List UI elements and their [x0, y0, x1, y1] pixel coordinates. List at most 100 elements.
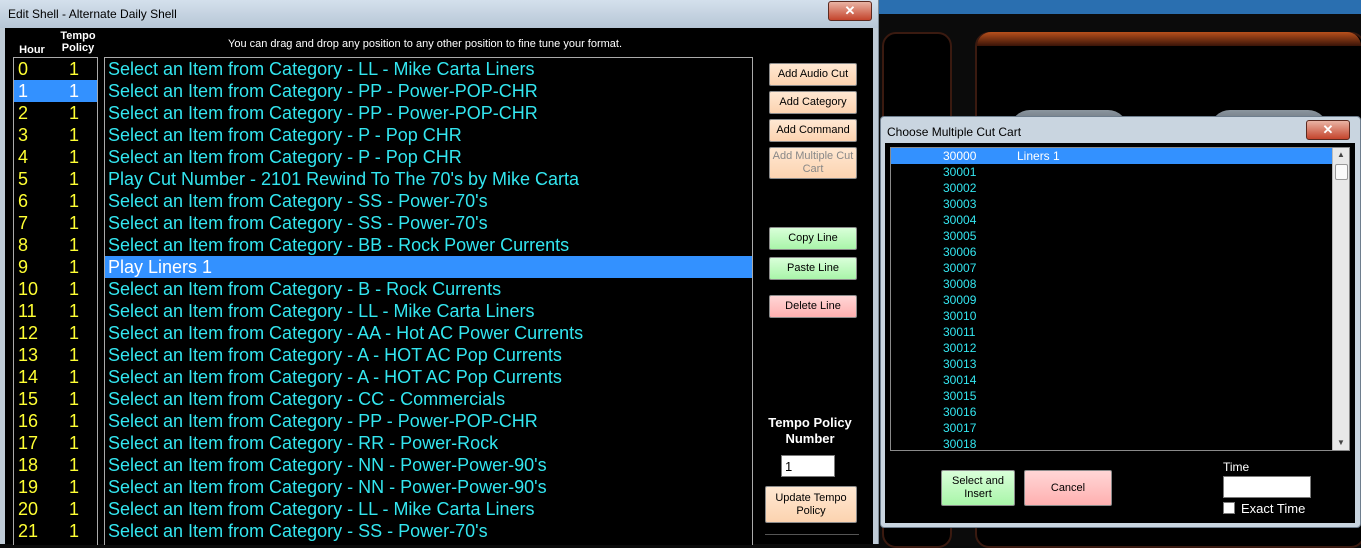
hour-row[interactable]: 18 1 [14, 454, 97, 476]
cut-cart-row[interactable]: 30014 [891, 372, 1349, 388]
tempo-policy-value: 1 [69, 521, 80, 541]
hour-row[interactable]: 91 [14, 256, 97, 278]
hour-row[interactable]: 21 [14, 102, 97, 124]
hour-row[interactable]: 61 [14, 190, 97, 212]
hour-row[interactable]: 14 1 [14, 366, 97, 388]
divider [765, 534, 859, 535]
add-audio-cut-button[interactable]: Add Audio Cut [769, 63, 857, 86]
scroll-down-arrow-icon[interactable]: ▼ [1333, 436, 1349, 450]
cut-cart-row[interactable]: 30011 [891, 324, 1349, 340]
delete-line-button[interactable]: Delete Line [769, 295, 857, 318]
cut-cart-row[interactable]: 30005 [891, 228, 1349, 244]
hour-value: 18 [18, 455, 39, 475]
list-scrollbar[interactable]: ▲ ▼ [1332, 148, 1349, 450]
hour-value: 4 [18, 147, 29, 167]
shell-item-row[interactable]: Select an Item from Category - NN - Powe… [105, 476, 752, 498]
scroll-thumb[interactable] [1335, 164, 1348, 180]
hour-row[interactable]: 17 1 [14, 432, 97, 454]
edit-shell-titlebar[interactable]: Edit Shell - Alternate Daily Shell ✕ [0, 0, 878, 28]
cut-cart-row[interactable]: 30015 [891, 388, 1349, 404]
cut-cart-row[interactable]: 30009 [891, 292, 1349, 308]
hour-row[interactable]: 15 1 [14, 388, 97, 410]
paste-line-button[interactable]: Paste Line [769, 257, 857, 280]
shell-item-row[interactable]: Play Cut Number - 2101 Rewind To The 70'… [105, 168, 752, 190]
hour-row[interactable]: 16 1 [14, 410, 97, 432]
exact-time-checkbox[interactable] [1223, 502, 1235, 514]
close-button[interactable]: ✕ [1306, 120, 1350, 140]
tempo-policy-value: 1 [69, 213, 80, 233]
hour-row[interactable]: 51 [14, 168, 97, 190]
add-multiple-cut-cart-button[interactable]: Add Multiple Cut Cart [769, 147, 857, 179]
cut-cart-row[interactable]: 30000 Liners 1 [891, 148, 1349, 164]
shell-item-row[interactable]: Select an Item from Category - SS - Powe… [105, 190, 752, 212]
time-input[interactable] [1223, 476, 1311, 498]
cut-cart-row[interactable]: 30018 [891, 436, 1349, 450]
hour-row[interactable]: 11 [14, 80, 97, 102]
shell-item-row[interactable]: Select an Item from Category - PP - Powe… [105, 102, 752, 124]
hour-row[interactable]: 31 [14, 124, 97, 146]
select-and-insert-button[interactable]: Select and Insert [941, 470, 1015, 506]
cut-cart-row[interactable]: 30002 [891, 180, 1349, 196]
hour-row[interactable]: 20 1 [14, 498, 97, 520]
shell-item-row[interactable]: Select an Item from Category - P - Pop C… [105, 124, 752, 146]
cut-cart-row[interactable]: 30003 [891, 196, 1349, 212]
shell-item-row[interactable]: Select an Item from Category - A - HOT A… [105, 366, 752, 388]
tempo-policy-number-label: Tempo Policy Number [768, 415, 852, 446]
shell-item-row[interactable]: Select an Item from Category - P - Pop C… [105, 146, 752, 168]
hour-list[interactable]: 0 1 1 1 2 1 3 1 4 1 5 1 6 1 7 1 8 1 9 1 10 1 11 1 12 1 13 1 14 1 15 1 16… [13, 57, 98, 545]
add-command-button[interactable]: Add Command [769, 119, 857, 142]
shell-item-row[interactable]: Select an Item from Category - SS - Powe… [105, 212, 752, 234]
hour-value: 15 [18, 389, 39, 409]
shell-item-row[interactable]: Select an Item from Category - LL - Mike… [105, 58, 752, 80]
shell-item-row[interactable]: Select an Item from Category - A - HOT A… [105, 344, 752, 366]
tempo-policy-value: 1 [69, 191, 80, 211]
hour-row[interactable]: 10 1 [14, 278, 97, 300]
tempo-policy-value: 1 [69, 345, 80, 365]
cut-cart-row[interactable]: 30012 [891, 340, 1349, 356]
shell-item-row[interactable]: Play Liners 1 [105, 256, 752, 278]
shell-item-row[interactable]: Select an Item from Category - BB - Rock… [105, 234, 752, 256]
hour-row[interactable]: 19 1 [14, 476, 97, 498]
cut-cart-row[interactable]: 30006 [891, 244, 1349, 260]
cut-cart-row[interactable]: 30013 [891, 356, 1349, 372]
cut-cart-row[interactable]: 30004 [891, 212, 1349, 228]
shell-item-row[interactable]: Select an Item from Category - B - Rock … [105, 278, 752, 300]
hour-row[interactable]: 01 [14, 58, 97, 80]
shell-item-row[interactable]: Select an Item from Category - PP - Powe… [105, 410, 752, 432]
cut-cart-list[interactable]: 30000 Liners 1 30001 30002 30003 30004 30005 30… [890, 147, 1350, 451]
add-category-button[interactable]: Add Category [769, 91, 857, 114]
shell-item-row[interactable]: Select an Item from Category - LL - Mike… [105, 300, 752, 322]
cut-cart-row[interactable]: 30017 [891, 420, 1349, 436]
hour-row[interactable]: 41 [14, 146, 97, 168]
background-window-titlebar [878, 0, 1361, 14]
cut-cart-row[interactable]: 30007 [891, 260, 1349, 276]
shell-item-row[interactable]: Select an Item from Category - SS - Powe… [105, 520, 752, 542]
shell-item-row[interactable]: Select an Item from Category - AA - Hot … [105, 322, 752, 344]
cut-cart-row[interactable]: 30016 [891, 404, 1349, 420]
cancel-button[interactable]: Cancel [1024, 470, 1112, 506]
shell-item-row[interactable]: Select an Item from Category - RR - Powe… [105, 432, 752, 454]
update-tempo-policy-button[interactable]: Update Tempo Policy [765, 486, 857, 523]
close-button[interactable]: ✕ [828, 1, 872, 21]
cut-cart-row[interactable]: 30001 [891, 164, 1349, 180]
cart-number: 30001 [943, 165, 977, 179]
hour-row[interactable]: 13 1 [14, 344, 97, 366]
shell-item-row[interactable]: Select an Item from Category - PP - Powe… [105, 80, 752, 102]
hour-value: 20 [18, 499, 39, 519]
cut-cart-row[interactable]: 30008 [891, 276, 1349, 292]
shell-item-list[interactable]: Select an Item from Category - LL - Mike… [104, 57, 753, 545]
hour-value: 1 [18, 81, 29, 101]
hour-row[interactable]: 21 1 [14, 520, 97, 542]
hour-row[interactable]: 81 [14, 234, 97, 256]
hour-row[interactable]: 71 [14, 212, 97, 234]
shell-item-row[interactable]: Select an Item from Category - LL - Mike… [105, 498, 752, 520]
scroll-up-arrow-icon[interactable]: ▲ [1333, 148, 1349, 162]
shell-item-row[interactable]: Select an Item from Category - CC - Comm… [105, 388, 752, 410]
cut-cart-row[interactable]: 30010 [891, 308, 1349, 324]
hour-row[interactable]: 11 1 [14, 300, 97, 322]
shell-item-row[interactable]: Select an Item from Category - NN - Powe… [105, 454, 752, 476]
cart-name: Liners 1 [1017, 149, 1060, 163]
copy-line-button[interactable]: Copy Line [769, 227, 857, 250]
hour-row[interactable]: 12 1 [14, 322, 97, 344]
tempo-policy-number-input[interactable] [781, 455, 835, 477]
